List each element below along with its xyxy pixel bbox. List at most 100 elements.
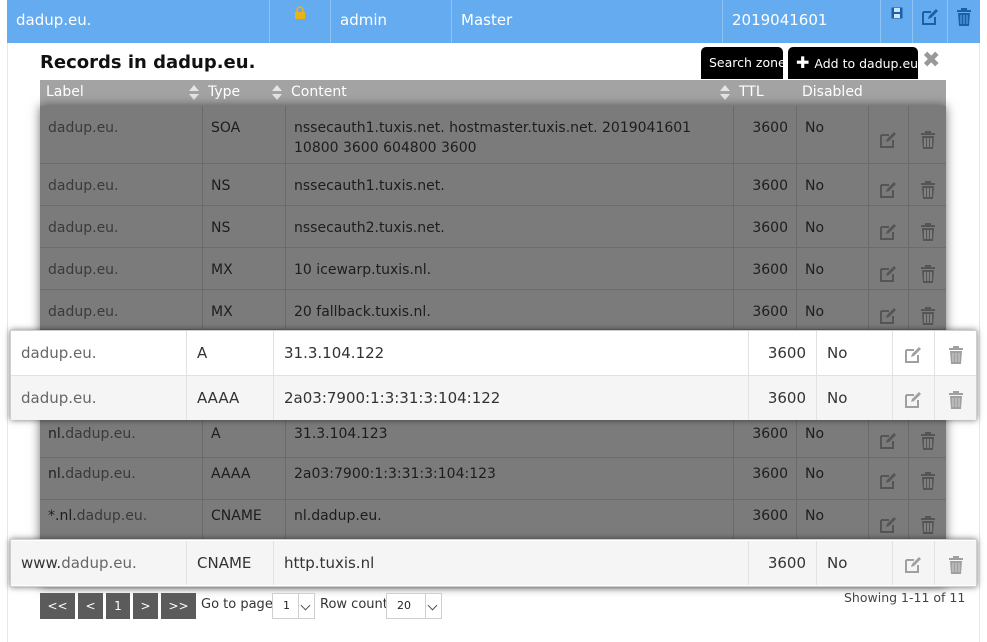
table-row[interactable]: dadup.eu. MX 20 fallback.tuxis.nl. 3600 No	[40, 290, 946, 330]
zone-edit-button[interactable]	[913, 0, 948, 43]
pager-first-button[interactable]: <<	[40, 593, 75, 619]
record-label: dadup.eu.	[40, 164, 203, 205]
record-type: AAAA	[203, 458, 286, 499]
row-count-select[interactable]: 20	[386, 593, 442, 619]
trash-icon	[947, 346, 965, 364]
record-label: dadup.eu.	[40, 206, 203, 247]
record-label-zone: dadup.eu.	[76, 508, 148, 524]
goto-page-label: Go to page:	[201, 597, 278, 612]
sort-label-icon[interactable]	[189, 85, 199, 101]
record-content: 2a03:7900:1:3:31:3:104:122	[274, 376, 749, 420]
record-label-zone: dadup.eu.	[21, 344, 97, 362]
record-label-zone: dadup.eu.	[48, 120, 119, 136]
edit-record-button[interactable]	[869, 106, 909, 163]
record-ttl: 3600	[749, 331, 817, 375]
col-header-content[interactable]: Content	[291, 80, 347, 105]
delete-record-button[interactable]	[909, 106, 946, 163]
record-ttl: 3600	[734, 458, 797, 499]
col-header-type[interactable]: Type	[208, 80, 240, 105]
delete-record-button[interactable]	[935, 541, 976, 585]
edit-record-button[interactable]	[869, 290, 909, 329]
record-type: A	[203, 418, 286, 457]
edit-record-button[interactable]	[869, 164, 909, 205]
edit-icon	[904, 556, 922, 574]
delete-record-button[interactable]	[909, 290, 946, 329]
trash-icon	[919, 307, 937, 325]
zone-name[interactable]: dadup.eu.	[7, 0, 270, 43]
delete-record-button[interactable]	[909, 458, 946, 499]
record-label-zone: dadup.eu.	[65, 426, 136, 442]
record-disabled: No	[797, 500, 869, 539]
panel-border-left	[7, 43, 8, 642]
table-row[interactable]: www.dadup.eu. CNAME http.tuxis.nl 3600 No	[11, 541, 976, 585]
table-row[interactable]: dadup.eu. AAAA 2a03:7900:1:3:31:3:104:122 3…	[11, 376, 976, 420]
pager-next-button[interactable]: >	[133, 593, 158, 619]
sort-content-icon[interactable]	[720, 85, 730, 101]
search-zone-button[interactable]: Search zone	[701, 47, 786, 79]
record-ttl: 3600	[734, 248, 797, 289]
delete-record-button[interactable]	[909, 500, 946, 539]
record-label-prefix: *.nl.	[48, 508, 77, 524]
record-disabled: No	[797, 164, 869, 205]
record-label-zone: dadup.eu.	[61, 554, 137, 572]
edit-record-button[interactable]	[869, 418, 909, 457]
edit-record-button[interactable]	[869, 206, 909, 247]
table-row[interactable]: dadup.eu. NS nssecauth2.tuxis.net. 3600 No	[40, 206, 946, 248]
record-label-zone: dadup.eu.	[48, 178, 119, 194]
zone-delete-button[interactable]	[948, 0, 980, 43]
goto-page-value: 1	[283, 599, 290, 612]
record-type: A	[187, 331, 274, 375]
edit-record-button[interactable]	[893, 331, 935, 375]
sort-type-icon[interactable]	[272, 85, 282, 101]
edit-icon	[879, 181, 897, 199]
edit-record-button[interactable]	[893, 541, 935, 585]
delete-record-button[interactable]	[909, 248, 946, 289]
delete-record-button[interactable]	[909, 206, 946, 247]
zone-export-button[interactable]	[881, 0, 913, 43]
record-ttl: 3600	[749, 376, 817, 420]
table-row[interactable]: dadup.eu. NS nssecauth1.tuxis.net. 3600 No	[40, 164, 946, 206]
edit-icon	[879, 265, 897, 283]
table-row[interactable]: dadup.eu. A 31.3.104.122 3600 No	[11, 331, 976, 375]
edit-record-button[interactable]	[869, 248, 909, 289]
row-count-label: Row count:	[320, 597, 393, 612]
record-content: 2a03:7900:1:3:31:3:104:123	[286, 458, 734, 499]
record-label: dadup.eu.	[40, 290, 203, 329]
record-disabled: No	[797, 458, 869, 499]
zone-row[interactable]: dadup.eu. admin Master 2019041601	[7, 0, 980, 43]
edit-icon	[904, 346, 922, 364]
delete-record-button[interactable]	[909, 164, 946, 205]
trash-icon	[947, 556, 965, 574]
table-row[interactable]: nl.dadup.eu. AAAA 2a03:7900:1:3:31:3:104:1…	[40, 458, 946, 500]
delete-record-button[interactable]	[935, 376, 976, 420]
trash-icon	[919, 516, 937, 534]
record-disabled: No	[797, 106, 869, 163]
delete-record-button[interactable]	[909, 418, 946, 457]
edit-record-button[interactable]	[893, 376, 935, 420]
table-row[interactable]: *.nl.dadup.eu. CNAME nl.dadup.eu. 3600 No	[40, 500, 946, 540]
trash-icon	[919, 223, 937, 241]
pager-last-button[interactable]: >>	[161, 593, 196, 619]
record-type: CNAME	[187, 541, 274, 585]
pager-prev-button[interactable]: <	[78, 593, 103, 619]
table-row[interactable]: nl.dadup.eu. A 31.3.104.123 3600 No	[40, 418, 946, 458]
add-record-button[interactable]: ✚ Add to dadup.eu.	[788, 47, 922, 79]
edit-icon	[879, 516, 897, 534]
chevron-down-icon	[425, 594, 441, 618]
record-content: nssecauth1.tuxis.net. hostmaster.tuxis.n…	[286, 106, 734, 163]
record-label: *.nl.dadup.eu.	[40, 500, 203, 539]
table-row[interactable]: dadup.eu. MX 10 icewarp.tuxis.nl. 3600 No	[40, 248, 946, 290]
edit-record-button[interactable]	[869, 500, 909, 539]
delete-record-button[interactable]	[935, 331, 976, 375]
close-icon[interactable]: ✖	[922, 48, 940, 74]
trash-icon	[956, 1, 972, 42]
record-ttl: 3600	[734, 164, 797, 205]
col-header-label[interactable]: Label	[46, 80, 84, 105]
lock-icon	[293, 6, 307, 23]
edit-record-button[interactable]	[869, 458, 909, 499]
record-disabled: No	[797, 418, 869, 457]
table-row[interactable]: dadup.eu. SOA nssecauth1.tuxis.net. hostma…	[40, 106, 946, 164]
goto-page-select[interactable]: 1	[272, 593, 315, 619]
pager-current-page[interactable]: 1	[106, 593, 130, 619]
trash-icon	[919, 265, 937, 283]
